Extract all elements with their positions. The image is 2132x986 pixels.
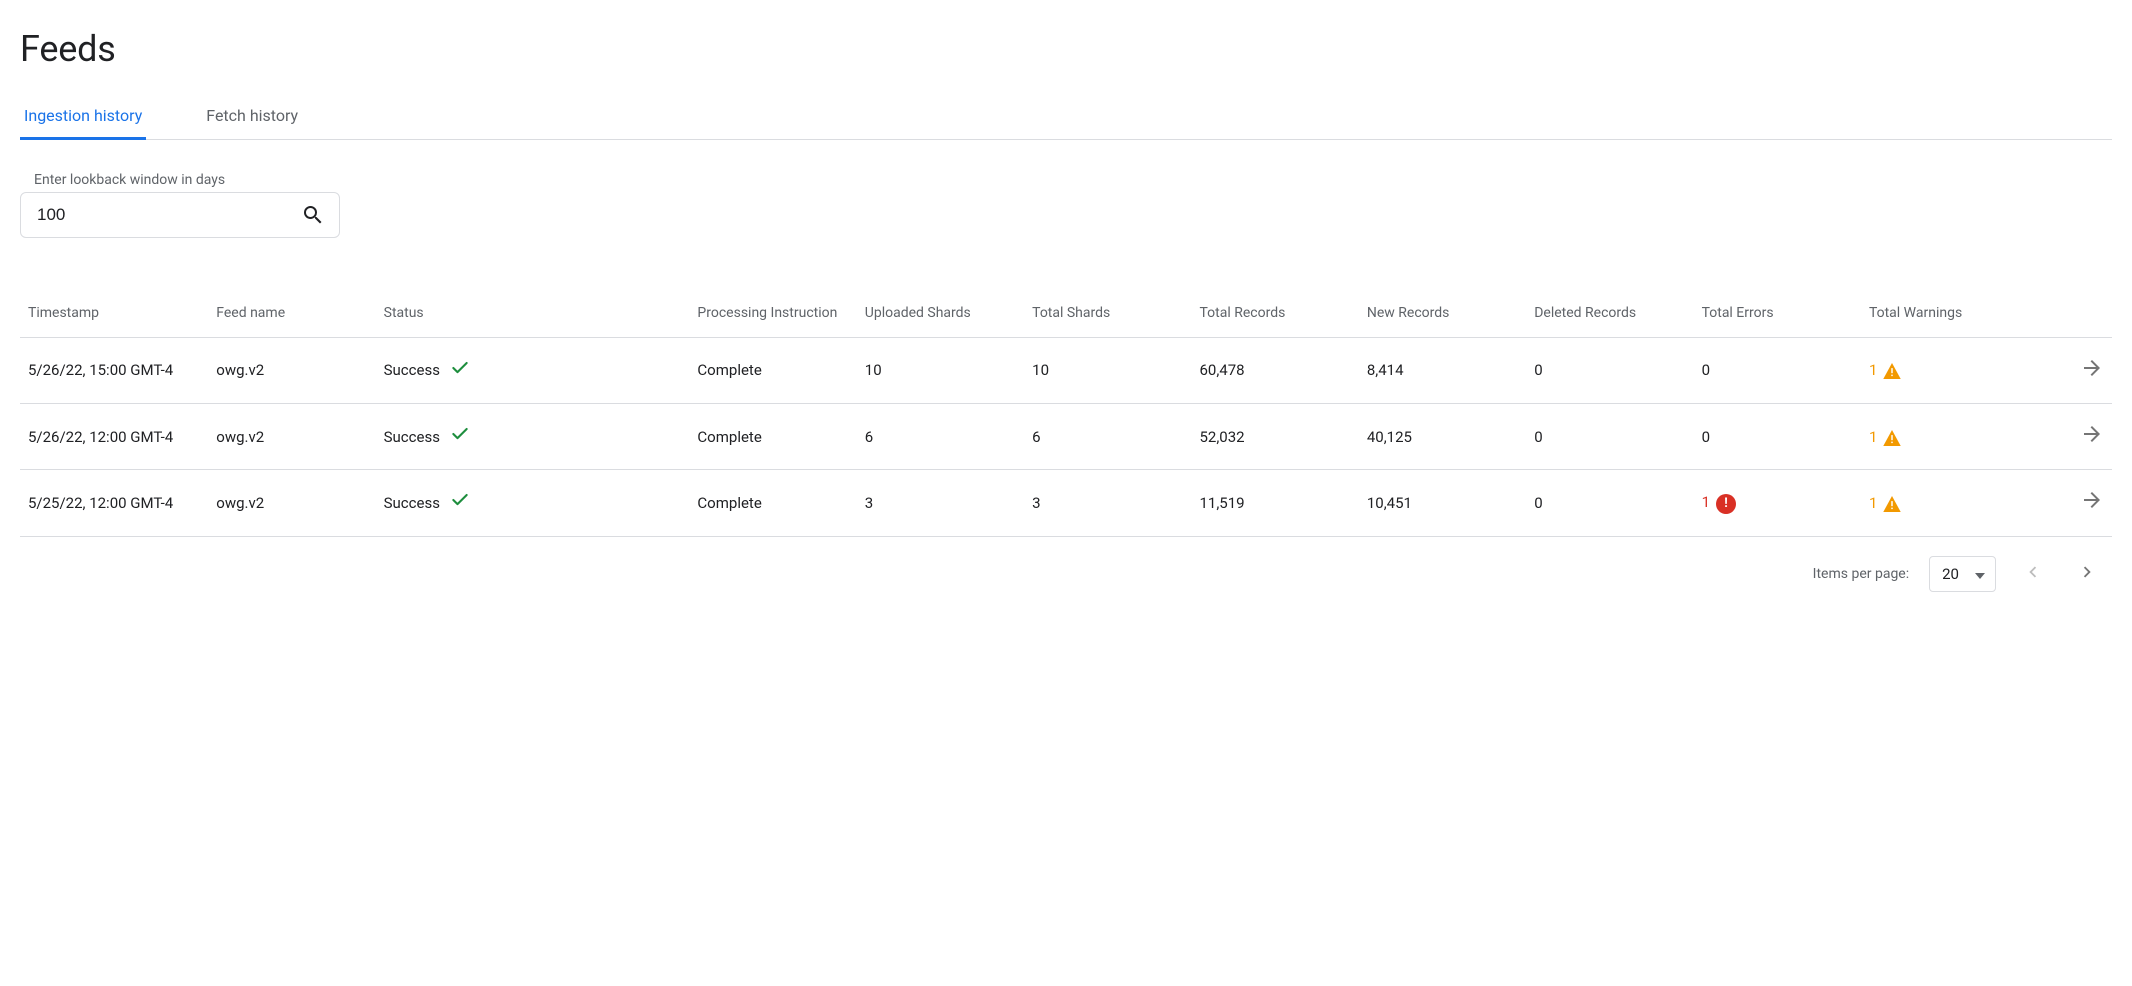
error-badge-icon: ! [1716,494,1736,514]
table-row: 5/25/22, 12:00 GMT-4owg.v2 Success Complet… [20,470,2112,536]
cell-total-records: 11,519 [1192,470,1359,536]
cell-total-warnings: 1 [1861,337,2028,403]
error-count: 1 [1702,493,1710,511]
arrow-right-icon [2080,432,2104,450]
dropdown-caret-icon [1975,565,1985,583]
page-title: Feeds [20,28,2112,70]
warning-icon [1883,430,1901,446]
check-icon [450,358,470,383]
cell-status: Success [376,337,690,403]
check-icon [450,490,470,515]
cell-total-errors: 1! [1694,470,1861,536]
column-header: Processing Instruction [689,294,856,337]
cell-status: Success [376,470,690,536]
cell-new-records: 8,414 [1359,337,1526,403]
warning-count: 1 [1869,361,1877,379]
cell-feed-name: owg.v2 [208,404,375,470]
row-detail-arrow[interactable] [2028,337,2112,403]
warning-icon [1883,496,1901,512]
lookback-input[interactable] [35,204,301,226]
pagination: Items per page: 20 [20,537,2112,601]
column-header: Total Warnings [1861,294,2028,337]
cell-total-errors: 0 [1694,404,1861,470]
cell-feed-name: owg.v2 [208,337,375,403]
cell-total-shards: 10 [1024,337,1191,403]
cell-timestamp: 5/25/22, 12:00 GMT-4 [20,470,208,536]
cell-total-records: 60,478 [1192,337,1359,403]
cell-total-shards: 6 [1024,404,1191,470]
tabs: Ingestion history Fetch history [20,94,2112,140]
cell-timestamp: 5/26/22, 12:00 GMT-4 [20,404,208,470]
column-header: Uploaded Shards [857,294,1024,337]
cell-deleted-records: 0 [1526,404,1693,470]
prev-page-button[interactable] [2016,555,2050,593]
row-detail-arrow[interactable] [2028,404,2112,470]
tab-fetch-history[interactable]: Fetch history [202,94,302,139]
table-row: 5/26/22, 15:00 GMT-4owg.v2 Success Complet… [20,337,2112,403]
column-header: Status [376,294,690,337]
items-per-page-label: Items per page: [1813,566,1909,582]
warning-icon [1883,363,1901,379]
cell-processing-instruction: Complete [689,470,856,536]
column-header: Feed name [208,294,375,337]
arrow-right-icon [2080,366,2104,384]
column-header: Total Records [1192,294,1359,337]
arrow-right-icon [2080,498,2104,516]
cell-total-records: 52,032 [1192,404,1359,470]
cell-status: Success [376,404,690,470]
warning-count: 1 [1869,494,1877,512]
tab-ingestion-history[interactable]: Ingestion history [20,94,146,139]
search-icon[interactable] [301,203,325,227]
column-header: Total Shards [1024,294,1191,337]
column-header: Timestamp [20,294,208,337]
cell-uploaded-shards: 6 [857,404,1024,470]
cell-processing-instruction: Complete [689,337,856,403]
cell-deleted-records: 0 [1526,337,1693,403]
cell-feed-name: owg.v2 [208,470,375,536]
cell-total-warnings: 1 [1861,404,2028,470]
cell-deleted-records: 0 [1526,470,1693,536]
column-header: Deleted Records [1526,294,1693,337]
items-per-page-value: 20 [1942,565,1959,583]
column-header: New Records [1359,294,1526,337]
cell-total-errors: 0 [1694,337,1861,403]
status-text: Success [384,493,440,513]
status-text: Success [384,427,440,447]
check-icon [450,424,470,449]
cell-new-records: 10,451 [1359,470,1526,536]
table-row: 5/26/22, 12:00 GMT-4owg.v2 Success Complet… [20,404,2112,470]
cell-processing-instruction: Complete [689,404,856,470]
cell-total-warnings: 1 [1861,470,2028,536]
cell-new-records: 40,125 [1359,404,1526,470]
cell-total-shards: 3 [1024,470,1191,536]
column-header: Total Errors [1694,294,1861,337]
next-page-button[interactable] [2070,555,2104,593]
lookback-label: Enter lookback window in days [34,172,2112,188]
cell-uploaded-shards: 10 [857,337,1024,403]
column-header-actions [2028,294,2112,337]
cell-timestamp: 5/26/22, 15:00 GMT-4 [20,337,208,403]
cell-uploaded-shards: 3 [857,470,1024,536]
status-text: Success [384,360,440,380]
items-per-page-select[interactable]: 20 [1929,556,1996,592]
ingestion-table: TimestampFeed nameStatusProcessing Instr… [20,294,2112,537]
lookback-input-container [20,192,340,238]
warning-count: 1 [1869,428,1877,446]
row-detail-arrow[interactable] [2028,470,2112,536]
